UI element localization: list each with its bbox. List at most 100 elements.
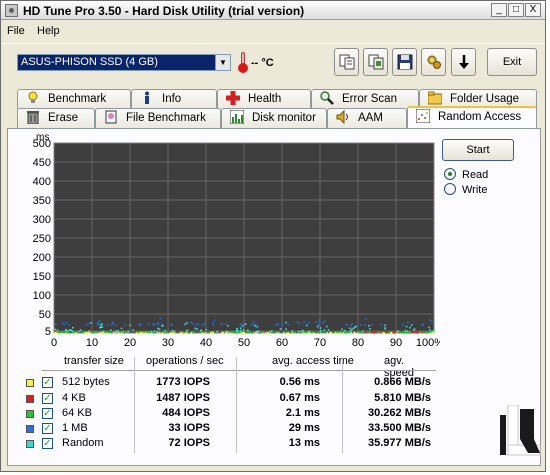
save-button[interactable] xyxy=(392,48,417,76)
operations-cell: 484 IOPS xyxy=(162,407,210,419)
scatter-point xyxy=(242,325,244,327)
tab-file-benchmark[interactable]: File Benchmark xyxy=(95,108,221,128)
read-radio[interactable] xyxy=(444,168,456,180)
y-tick-label: 250 xyxy=(33,233,51,245)
scatter-point xyxy=(396,331,398,334)
x-tick-label: 60 xyxy=(276,337,288,349)
scatter-point xyxy=(196,323,199,326)
series-checkbox[interactable]: ✓ xyxy=(42,408,53,419)
random-access-panel: 5 50 100 150 200 250 300 350 400 450 500 ms 0 10 20 30 4… xyxy=(7,128,541,466)
y-tick-label: 350 xyxy=(33,195,51,207)
tab-disk-monitor[interactable]: Disk monitor xyxy=(221,108,327,128)
scatter-point xyxy=(428,326,430,329)
scatter-point xyxy=(166,331,168,334)
scatter-point xyxy=(201,331,204,334)
menu-file[interactable]: File xyxy=(7,25,25,37)
tab-aam[interactable]: AAM xyxy=(327,108,407,128)
tab-label: Erase xyxy=(48,112,79,124)
start-button[interactable]: Start xyxy=(442,139,514,161)
scatter-point xyxy=(66,330,69,332)
scatter-point xyxy=(349,330,352,333)
tab-benchmark[interactable]: Benchmark xyxy=(17,89,131,109)
scatter-point xyxy=(364,324,366,326)
chevron-down-icon[interactable]: ▼ xyxy=(215,55,230,70)
speed-cell: 33.500 MB/s xyxy=(368,422,431,434)
y-tick-label: 400 xyxy=(33,176,51,188)
access-time-cell: 0.67 ms xyxy=(279,392,320,404)
scatter-point xyxy=(269,330,271,333)
thermometer-icon xyxy=(238,52,248,73)
scatter-point xyxy=(97,321,100,324)
scatter-point xyxy=(271,330,273,332)
exit-button[interactable]: Exit xyxy=(487,48,537,76)
scatter-point xyxy=(274,331,276,333)
scatter-point xyxy=(277,322,280,325)
tab-info[interactable]: Info xyxy=(131,89,217,109)
scatter-point xyxy=(212,322,214,324)
tab-label: Error Scan xyxy=(342,93,397,105)
copy-info-icon xyxy=(339,54,354,70)
menu-help[interactable]: Help xyxy=(37,25,60,37)
series-color-swatch xyxy=(26,440,34,448)
scatter-point xyxy=(287,331,290,334)
tab-erase[interactable]: Erase xyxy=(17,108,95,128)
results-table: transfer size operations / sec avg. acce… xyxy=(14,355,436,455)
tab-random-access[interactable]: Random Access xyxy=(407,106,537,128)
series-checkbox[interactable]: ✓ xyxy=(42,377,53,388)
scatter-point xyxy=(293,331,295,333)
scatter-point xyxy=(79,329,82,331)
write-radio[interactable] xyxy=(444,183,456,195)
scatter-point xyxy=(380,323,383,326)
read-option[interactable]: Read xyxy=(444,168,488,182)
scatter-point xyxy=(164,329,166,332)
scatter-point xyxy=(73,331,76,333)
scatter-point xyxy=(252,323,255,326)
options-button[interactable] xyxy=(421,48,446,76)
transfer-size-cell: 64 KB xyxy=(62,407,92,419)
tab-health[interactable]: Health xyxy=(217,89,311,109)
menu-bar: File Help xyxy=(1,23,545,39)
minimize-button[interactable]: _ xyxy=(491,3,507,17)
series-checkbox[interactable]: ✓ xyxy=(42,423,53,434)
scatter-point xyxy=(224,323,227,325)
scatter-point xyxy=(336,331,339,333)
scatter-point xyxy=(102,330,105,333)
write-option[interactable]: Write xyxy=(444,183,487,197)
scatter-point xyxy=(61,321,64,324)
series-checkbox[interactable]: ✓ xyxy=(42,438,53,449)
scatter-point xyxy=(126,331,128,333)
scatter-point xyxy=(252,331,255,333)
scatter-point xyxy=(147,323,150,326)
scatter-point xyxy=(326,331,329,334)
device-select[interactable]: ASUS-PHISON SSD (4 GB) ▼ xyxy=(17,54,231,71)
x-tick-label: 10 xyxy=(86,337,98,349)
scatter-point xyxy=(171,324,173,326)
save-icon xyxy=(397,54,412,70)
close-button[interactable]: X xyxy=(525,3,541,17)
scatter-point xyxy=(279,328,282,330)
scatter-point xyxy=(196,328,198,330)
scatter-point xyxy=(397,330,399,332)
scatter-point xyxy=(62,331,65,333)
download-button[interactable] xyxy=(451,48,476,76)
column-divider xyxy=(342,357,343,453)
scatter-point xyxy=(146,331,149,333)
series-checkbox[interactable]: ✓ xyxy=(42,393,53,404)
y-axis-label: ms xyxy=(36,132,49,143)
speed-cell: 30.262 MB/s xyxy=(368,407,431,419)
scatter-point xyxy=(307,322,310,324)
scatter-point xyxy=(108,331,111,333)
access-time-cell: 0.56 ms xyxy=(279,376,320,388)
tab-error-scan[interactable]: Error Scan xyxy=(311,89,419,109)
copy-screenshot-button[interactable] xyxy=(363,48,388,76)
scatter-point xyxy=(306,331,308,333)
copy-screenshot-icon xyxy=(368,54,383,70)
scatter-point xyxy=(329,331,332,334)
scatter-point xyxy=(211,331,213,334)
scatter-point xyxy=(324,320,326,322)
copy-info-button[interactable] xyxy=(334,48,359,76)
maximize-button[interactable]: □ xyxy=(508,3,524,17)
transfer-size-cell: 4 KB xyxy=(62,392,86,404)
scatter-point xyxy=(319,327,322,329)
bulb-icon xyxy=(28,91,38,103)
